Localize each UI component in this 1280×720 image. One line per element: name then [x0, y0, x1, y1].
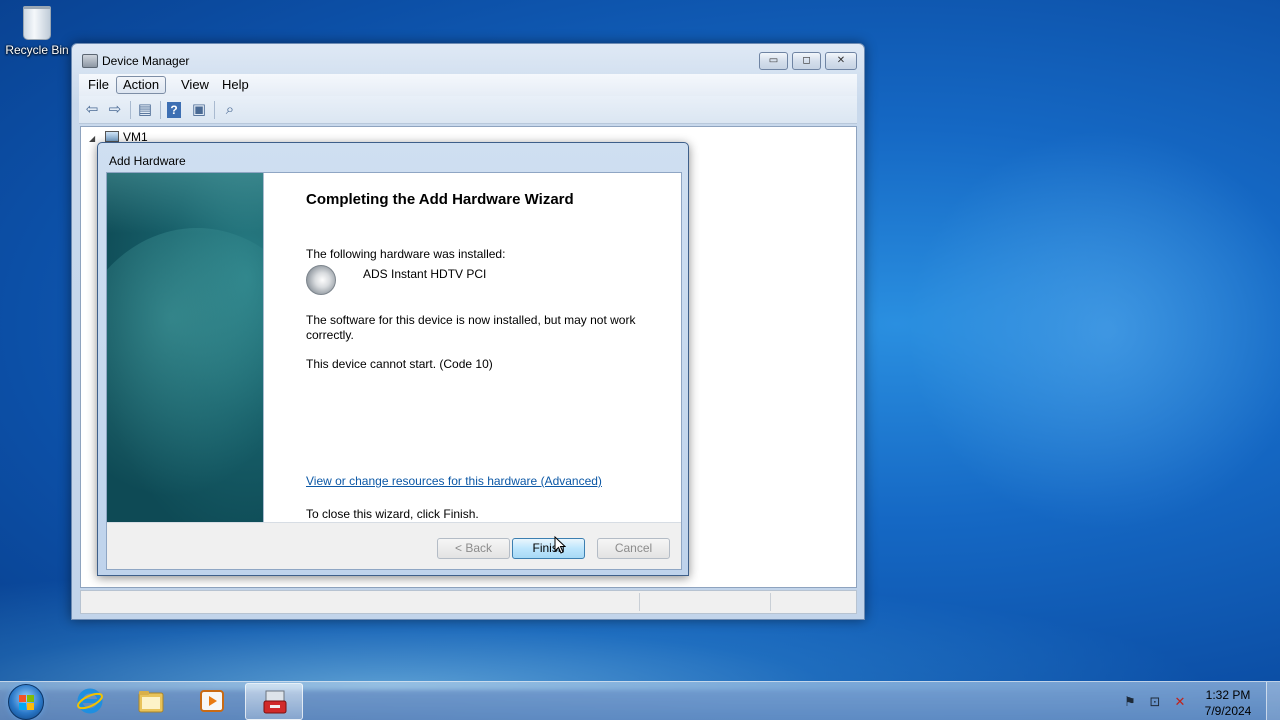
- show-desktop-button[interactable]: [1266, 682, 1280, 720]
- back-button[interactable]: < Back: [437, 538, 510, 559]
- properties-icon[interactable]: ▤: [136, 101, 154, 119]
- desktop-icon-recycle-bin[interactable]: Recycle Bin: [4, 6, 70, 57]
- toolbar-separator: [160, 101, 161, 119]
- installed-label: The following hardware was installed:: [306, 247, 506, 261]
- menu-bar: File Action View Help: [79, 74, 857, 96]
- system-clock[interactable]: 1:32 PM 7/9/2024: [1196, 687, 1260, 719]
- clock-date: 7/9/2024: [1204, 704, 1252, 718]
- speaker-icon: [306, 265, 336, 295]
- view-icon[interactable]: ▣: [190, 101, 208, 119]
- recycle-bin-icon: [23, 6, 51, 40]
- menu-view[interactable]: View: [175, 76, 215, 94]
- scan-hardware-icon[interactable]: ⌕: [221, 101, 239, 119]
- taskbar-app-media-player[interactable]: [183, 683, 241, 720]
- toolbar-separator: [214, 101, 215, 119]
- taskbar-app-device-manager[interactable]: [245, 683, 303, 720]
- menu-file[interactable]: File: [82, 76, 115, 94]
- window-title: Device Manager: [102, 54, 190, 68]
- menu-help[interactable]: Help: [216, 76, 255, 94]
- mouse-cursor-icon: [554, 536, 566, 554]
- computer-icon: [105, 131, 119, 142]
- status-divider: [770, 593, 771, 611]
- status-bar: [80, 590, 857, 614]
- add-hardware-dialog: Add Hardware Completing the Add Hardware…: [97, 142, 689, 576]
- desktop-glow: [850, 120, 1280, 540]
- status-divider: [639, 593, 640, 611]
- minimize-button[interactable]: ▭: [759, 52, 788, 70]
- warning-text: The software for this device is now inst…: [306, 313, 636, 342]
- forward-arrow-icon[interactable]: ⇨: [106, 101, 124, 119]
- action-center-flag-icon[interactable]: ⚑: [1122, 694, 1138, 710]
- finish-button[interactable]: Finish: [512, 538, 585, 559]
- desktop-icon-label: Recycle Bin: [5, 43, 69, 57]
- device-name: ADS Instant HDTV PCI: [363, 267, 487, 281]
- wizard-body: Completing the Add Hardware Wizard The f…: [106, 172, 682, 570]
- device-manager-taskbar-icon: [263, 690, 287, 714]
- help-icon[interactable]: ?: [167, 102, 181, 118]
- taskbar-app-file-explorer[interactable]: [122, 683, 180, 720]
- maximize-button[interactable]: ◻: [792, 52, 821, 70]
- file-explorer-icon: [138, 691, 164, 713]
- back-arrow-icon[interactable]: ⇦: [83, 101, 101, 119]
- menu-action[interactable]: Action: [116, 76, 167, 94]
- wizard-banner-image: [107, 173, 264, 522]
- toolbar-separator: [130, 101, 131, 119]
- clock-time: 1:32 PM: [1205, 688, 1251, 702]
- dialog-title: Add Hardware: [109, 154, 186, 168]
- close-button[interactable]: ✕: [825, 52, 857, 70]
- error-text: This device cannot start. (Code 10): [306, 357, 493, 371]
- taskbar-app-internet-explorer[interactable]: [61, 683, 119, 720]
- device-manager-icon: [82, 54, 98, 68]
- windows-logo-icon: [19, 695, 35, 711]
- cancel-button[interactable]: Cancel: [597, 538, 670, 559]
- close-instruction: To close this wizard, click Finish.: [306, 507, 479, 521]
- start-button[interactable]: [8, 684, 44, 720]
- internet-explorer-icon: [77, 688, 103, 714]
- volume-muted-icon[interactable]: ✕: [1172, 694, 1188, 710]
- wizard-heading: Completing the Add Hardware Wizard: [306, 191, 574, 208]
- taskbar: ⚑ ⊡ ✕ 1:32 PM 7/9/2024: [0, 681, 1280, 720]
- window-titlebar[interactable]: Device Manager ▭ ◻ ✕: [72, 44, 864, 74]
- network-icon[interactable]: ⊡: [1147, 694, 1163, 710]
- media-player-icon: [200, 690, 224, 712]
- advanced-resources-link[interactable]: View or change resources for this hardwa…: [306, 474, 602, 488]
- wizard-footer: < Back Finish Cancel: [107, 522, 681, 569]
- toolbar: ⇦ ⇨ ▤ ? ▣ ⌕: [79, 96, 857, 124]
